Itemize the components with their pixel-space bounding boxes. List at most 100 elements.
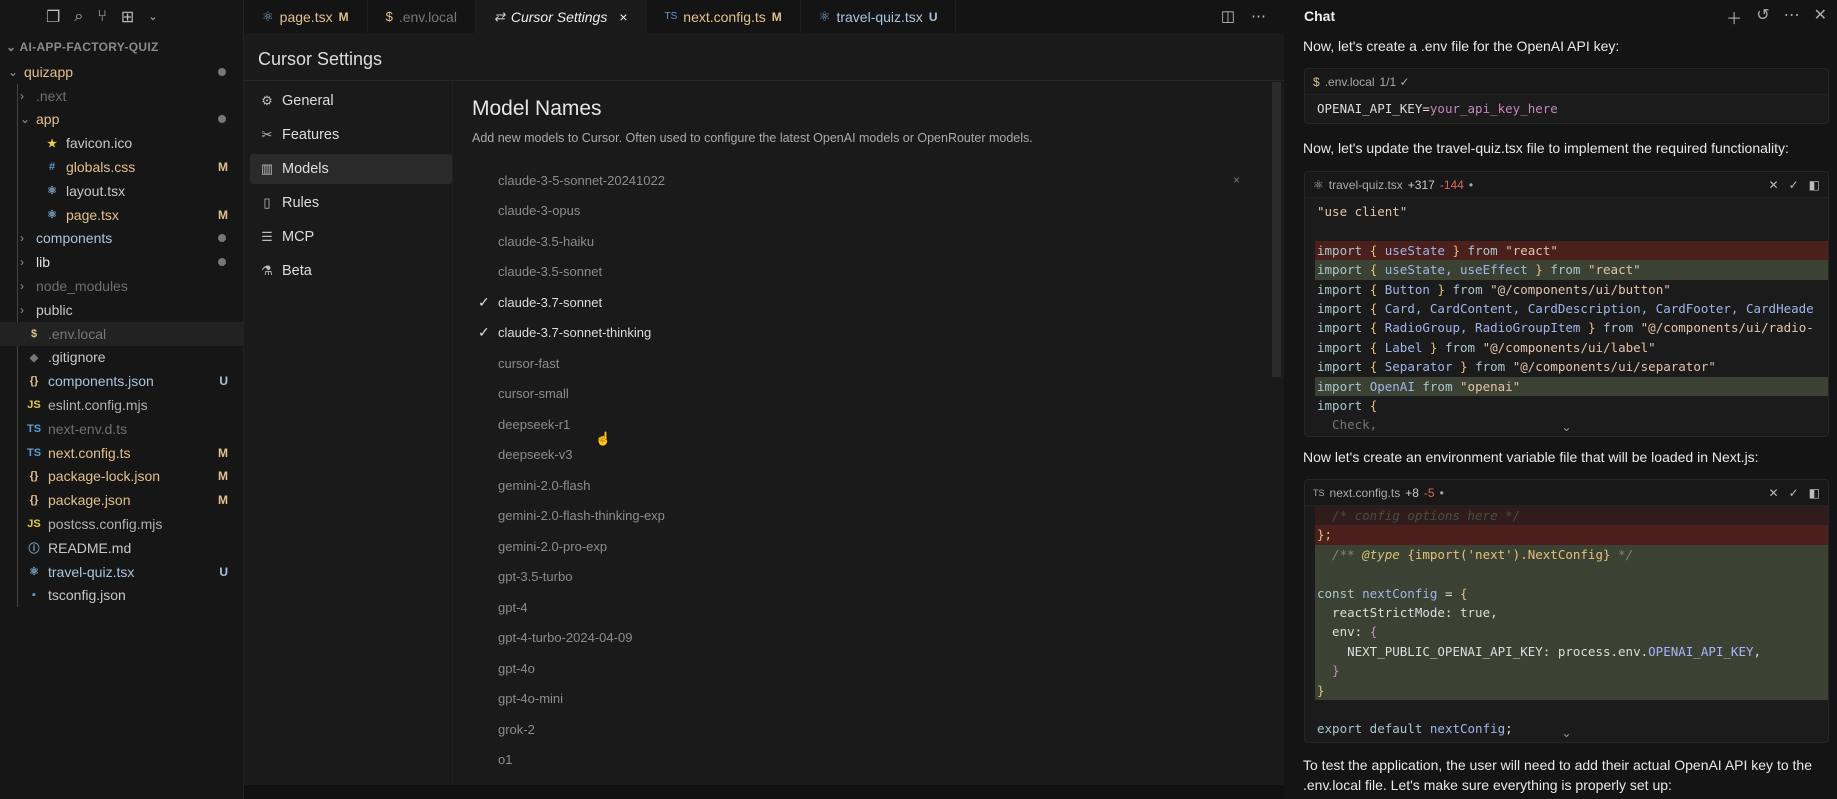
model-item[interactable]: gpt-4 xyxy=(478,592,1288,623)
settings-nav-general[interactable]: ⚙ General xyxy=(250,86,452,116)
file-item[interactable]: TS next.config.ts M xyxy=(0,441,244,465)
file-item[interactable]: TS next-env.d.ts xyxy=(0,417,244,441)
code-token: your_api_key_here xyxy=(1429,101,1558,116)
model-item[interactable]: claude-3-opus xyxy=(478,196,1288,227)
split-editor-icon[interactable]: ◫ xyxy=(1221,7,1235,25)
explorer-root-title[interactable]: ⌄ AI-APP-FACTORY-QUIZ xyxy=(6,40,159,54)
tab-cursor-settings[interactable]: ⇄ Cursor Settings × xyxy=(475,0,647,33)
model-item[interactable]: gemini-2.0-flash-thinking-exp xyxy=(478,501,1288,532)
chevron-down-icon[interactable]: ⌄ xyxy=(148,10,157,23)
file-item[interactable]: ⚛ travel-quiz.tsx U xyxy=(0,560,244,584)
model-item[interactable]: gpt-4-turbo-2024-04-09 xyxy=(478,623,1288,654)
accept-icon[interactable]: ✓ xyxy=(1789,486,1799,500)
model-item[interactable]: gpt-4o xyxy=(478,653,1288,684)
model-item[interactable]: cursor-fast xyxy=(478,348,1288,379)
code-file-name[interactable]: travel-quiz.tsx xyxy=(1329,178,1403,192)
nav-label: Models xyxy=(282,161,329,177)
file-name: public xyxy=(36,301,73,318)
open-diff-icon[interactable]: ◧ xyxy=(1809,178,1820,192)
new-chat-icon[interactable]: ＋ xyxy=(1726,5,1742,29)
model-item[interactable]: gemini-2.0-flash xyxy=(478,470,1288,501)
chat-message: To test the application, the user will n… xyxy=(1303,757,1812,793)
file-type-icon: $ xyxy=(385,9,393,24)
expand-chevron-icon[interactable]: ⌄ xyxy=(1305,726,1828,742)
folder-item[interactable]: › components xyxy=(0,227,244,251)
extensions-icon[interactable]: ⊞ xyxy=(121,7,134,27)
file-item[interactable]: JS eslint.config.mjs xyxy=(0,393,244,417)
file-item[interactable]: ▪ tsconfig.json xyxy=(0,584,244,608)
settings-nav-beta[interactable]: ⚗ Beta xyxy=(250,256,452,286)
expand-chevron-icon[interactable]: ⌄ xyxy=(1305,420,1828,436)
folder-item[interactable]: › public xyxy=(0,298,244,322)
folder-item[interactable]: ⌄ app xyxy=(0,108,244,132)
code-token: import xyxy=(1317,262,1370,278)
more-actions-icon[interactable]: ⋯ xyxy=(1251,7,1266,25)
close-icon[interactable]: ✕ xyxy=(1814,5,1827,29)
file-item[interactable]: ★ favicon.ico xyxy=(0,131,244,155)
model-item[interactable]: grok-2 xyxy=(478,714,1288,745)
code-token: const xyxy=(1317,585,1363,601)
code-token: "@/components/ui/radio- xyxy=(1640,320,1814,336)
code-token: import xyxy=(1317,378,1370,394)
file-name: components.json xyxy=(48,373,154,390)
check-icon[interactable]: ✓ xyxy=(478,294,498,311)
reject-icon[interactable]: ✕ xyxy=(1769,486,1779,500)
settings-nav-rules[interactable]: ▯ Rules xyxy=(250,188,452,218)
model-item[interactable]: claude-3.5-haiku xyxy=(478,226,1288,257)
tab-label: .env.local xyxy=(398,8,457,25)
folder-item[interactable]: › .next xyxy=(0,84,244,108)
code-file-name[interactable]: next.config.ts xyxy=(1330,486,1401,500)
reject-icon[interactable]: ✕ xyxy=(1769,178,1779,192)
check-icon[interactable]: ✓ xyxy=(478,324,498,341)
code-block-next-config: TS next.config.ts +8 -5 • ✕ ✓ ◧ /* config opti… xyxy=(1304,479,1829,743)
files-icon[interactable]: ❐ xyxy=(46,7,60,27)
file-item[interactable]: {} package.json M xyxy=(0,488,244,512)
open-diff-icon[interactable]: ◧ xyxy=(1809,486,1820,500)
model-item[interactable]: gpt-3.5-turbo xyxy=(478,562,1288,593)
source-control-icon[interactable]: ⑂ xyxy=(97,8,107,26)
model-item[interactable]: o1 xyxy=(478,745,1288,776)
file-item[interactable]: ⚛ page.tsx M xyxy=(0,203,244,227)
model-item[interactable]: gemini-2.0-pro-exp xyxy=(478,531,1288,562)
remove-model-icon[interactable]: × xyxy=(1233,173,1240,187)
file-item[interactable]: {} package-lock.json M xyxy=(0,465,244,489)
model-item[interactable]: cursor-small xyxy=(478,379,1288,410)
code-line: OPENAI_API_KEY=your_api_key_here xyxy=(1315,99,1828,118)
git-status-badge: U xyxy=(219,564,228,579)
file-item[interactable]: {} components.json U xyxy=(0,369,244,393)
file-item[interactable]: ◆ .gitignore xyxy=(0,346,244,370)
settings-nav-features[interactable]: ✂ Features xyxy=(250,120,452,150)
tab-travel-quiz-tsx[interactable]: ⚛ travel-quiz.tsx U xyxy=(801,0,957,33)
folder-item[interactable]: › node_modules xyxy=(0,274,244,298)
model-item[interactable]: gpt-4o-mini xyxy=(478,684,1288,715)
settings-nav-models[interactable]: ▥ Models xyxy=(250,154,452,184)
model-item[interactable]: ✓ claude-3.7-sonnet xyxy=(478,287,1288,318)
tab--env-local[interactable]: $ .env.local xyxy=(368,0,476,33)
scrollbar[interactable] xyxy=(1272,82,1281,377)
mouse-pointer-icon: ☝ xyxy=(595,431,612,446)
model-item[interactable]: ✓ claude-3.7-sonnet-thinking xyxy=(478,318,1288,349)
file-item[interactable]: ⚛ layout.tsx xyxy=(0,179,244,203)
history-icon[interactable]: ↺ xyxy=(1756,5,1769,29)
code-file-name[interactable]: .env.local xyxy=(1325,75,1375,89)
search-icon[interactable]: ⌕ xyxy=(74,8,83,26)
file-item[interactable]: JS postcss.config.mjs xyxy=(0,512,244,536)
tab-next-config-ts[interactable]: TS next.config.ts M xyxy=(647,0,801,33)
chevron-down-icon: ⌄ xyxy=(8,64,19,79)
file-item[interactable]: # globals.css M xyxy=(0,155,244,179)
model-item[interactable]: claude-3.5-sonnet xyxy=(478,257,1288,288)
model-item[interactable]: claude-3-5-sonnet-20241022 × xyxy=(478,165,1288,196)
git-status-badge: U xyxy=(219,374,228,389)
file-item[interactable]: $ .env.local xyxy=(0,321,244,346)
code-token: from xyxy=(1444,339,1483,355)
chevron-right-icon: › xyxy=(20,279,24,294)
tab-page-tsx[interactable]: ⚛ page.tsx M xyxy=(244,0,368,33)
close-icon[interactable]: × xyxy=(619,9,627,25)
more-icon[interactable]: ⋯ xyxy=(1784,5,1800,29)
settings-nav-mcp[interactable]: ☰ MCP xyxy=(250,222,452,252)
file-item[interactable]: ⓘ README.md xyxy=(0,536,244,560)
file-type-icon: {} xyxy=(29,375,39,388)
folder-item[interactable]: › lib xyxy=(0,250,244,274)
folder-item[interactable]: ⌄ quizapp xyxy=(0,60,244,84)
accept-icon[interactable]: ✓ xyxy=(1789,178,1799,192)
